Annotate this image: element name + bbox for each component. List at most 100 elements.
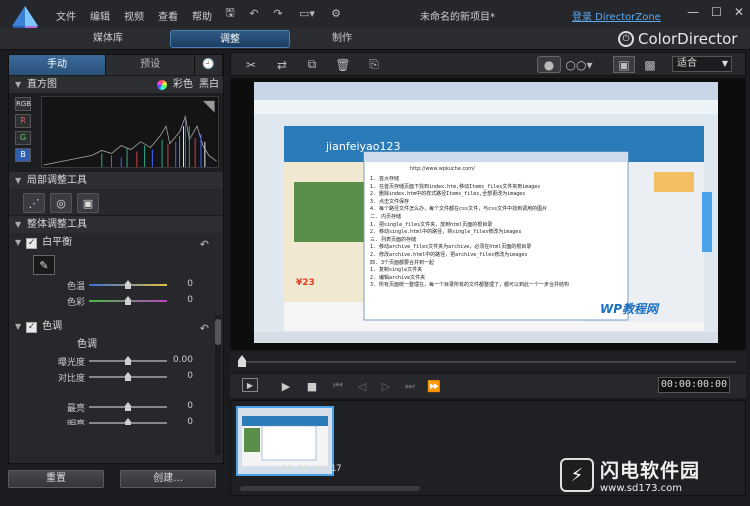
playhead[interactable] [238, 355, 246, 367]
channel-b[interactable]: B [15, 148, 31, 162]
slider-thumb[interactable] [125, 280, 131, 289]
scrollbar-thumb[interactable] [215, 319, 221, 345]
slider-thumb[interactable] [125, 402, 131, 411]
text-line: 2. 修改archive.html中的路径，把archive_files修改为i… [370, 251, 528, 258]
fast-forward-icon[interactable]: ⏩ [426, 378, 442, 394]
text-line: 4. 每个路径文件怎么办，每个文件都在css文件，与css文件中找到调用的图片 [370, 206, 548, 213]
redo-icon[interactable]: ↷ [270, 6, 286, 20]
slider-contrast[interactable]: 对比度 0 [9, 369, 223, 385]
delete-icon[interactable]: 🗑 [335, 56, 351, 73]
menu-video[interactable]: 视频 [124, 8, 144, 23]
tone-checkbox[interactable]: ✓ [26, 321, 38, 333]
slider-value: 0 [187, 295, 193, 305]
slider-label: 色温 [66, 282, 85, 292]
next-frame-icon[interactable]: ⏭ [402, 378, 418, 394]
forward-icon[interactable]: ▷ [378, 378, 394, 394]
sync-icon[interactable]: ⇄ [273, 56, 291, 73]
save-icon[interactable]: 🖫 [222, 6, 238, 20]
histogram-header[interactable]: ▼ 直方图 彩色 黑白 [9, 75, 223, 93]
create-button[interactable]: 创建... [120, 470, 216, 488]
tab-produce[interactable]: 制作 [282, 30, 402, 48]
history-icon[interactable]: 🕘 [195, 55, 224, 75]
single-view-icon[interactable]: ● [537, 56, 561, 73]
global-tools-header[interactable]: ▼ 整体调整工具 [9, 215, 223, 233]
eyedropper-icon[interactable]: ✎ [33, 255, 55, 275]
bw-option[interactable]: 黑白 [199, 76, 219, 94]
menu-view[interactable]: 查看 [158, 8, 178, 23]
login-link[interactable]: 登录 DirectorZone [572, 8, 661, 23]
white-balance-header[interactable]: ▼ ✓ 白平衡 ↶ [9, 233, 223, 253]
undo-icon[interactable]: ↶ [246, 6, 262, 20]
prev-frame-icon[interactable]: ⏮ [330, 378, 346, 394]
reset-icon[interactable]: ↶ [200, 319, 209, 339]
display-mode-icon[interactable]: ▭▾ [294, 6, 320, 20]
histogram-area: RGB R G B [9, 93, 223, 171]
slider-tint[interactable]: 色彩 0 [9, 293, 223, 309]
text-line: 二. 内页存储 [370, 213, 402, 220]
reset-icon[interactable]: ↶ [200, 235, 209, 255]
price-text: ¥23 [296, 278, 315, 288]
channel-r[interactable]: R [15, 114, 31, 128]
slider-brights[interactable]: 明亮 0 [9, 415, 223, 425]
menu-file[interactable]: 文件 [56, 8, 76, 23]
site-brand-text: jianfeiyao123 [326, 140, 401, 153]
maximize-icon[interactable]: ☐ [711, 5, 722, 19]
tab-library[interactable]: 媒体库 [48, 30, 168, 48]
slider-value: 0 [187, 401, 193, 411]
menu-edit[interactable]: 编辑 [90, 8, 110, 23]
slider-thumb[interactable] [125, 296, 131, 305]
slider-value: 0.00 [172, 355, 193, 365]
gear-icon[interactable]: ⚙ [328, 6, 344, 20]
slider-thumb[interactable] [125, 418, 131, 425]
compare-view-icon[interactable]: ○○▾ [565, 56, 593, 73]
menu-help[interactable]: 帮助 [192, 8, 212, 23]
monitor-icon[interactable]: ▶ [242, 378, 258, 392]
close-icon[interactable]: ✕ [734, 5, 744, 19]
fit-view-icon[interactable]: ▣ [613, 56, 635, 73]
panel-scrollbar[interactable] [215, 315, 221, 455]
local-tools-header[interactable]: ▼ 局部调整工具 [9, 171, 223, 189]
radial-filter-icon[interactable]: ◎ [50, 193, 72, 213]
slider-thumb[interactable] [125, 356, 131, 365]
panel-tabs: 手动 预设 🕘 [9, 55, 224, 75]
crop-icon[interactable]: ✂ [243, 56, 259, 73]
color-wheel-icon[interactable] [157, 80, 167, 90]
slider-exposure[interactable]: 曝光度 0.00 [9, 353, 223, 369]
tab-presets[interactable]: 预设 [106, 55, 196, 75]
wp-watermark: WP教程网 [600, 302, 659, 316]
text-line: 2. 移动single.html中的路径，将single_files修改为ima… [370, 229, 522, 236]
copy-icon[interactable]: ⧉ [303, 56, 321, 73]
menu-bar: 文件 编辑 视频 查看 帮助 [56, 8, 212, 23]
adjust-panel: 手动 预设 🕘 ▼ 直方图 彩色 黑白 RGB R G B ▼ 局部调整工具 ⋰… [8, 54, 224, 464]
text-line: 四. 3个页面都要合并到一起 [370, 259, 435, 266]
channel-g[interactable]: G [15, 131, 31, 145]
text-line: 1. 首页存储 [370, 176, 400, 182]
channel-buttons: RGB R G B [15, 97, 31, 162]
filmstrip-scrollbar[interactable] [240, 486, 420, 491]
full-view-icon[interactable]: ▩ [639, 56, 661, 73]
tone-header[interactable]: ▼ ✓ 色调 ↶ [9, 317, 223, 337]
brush-tool-icon[interactable]: ⋰ [23, 193, 45, 213]
color-option[interactable]: 彩色 [173, 76, 193, 94]
rewind-icon[interactable]: ◁ [354, 378, 370, 394]
slider-thumb[interactable] [125, 372, 131, 381]
minimize-icon[interactable]: — [687, 5, 699, 19]
export-icon[interactable]: ⎘ [365, 56, 383, 73]
white-balance-checkbox[interactable]: ✓ [26, 237, 38, 249]
stop-icon[interactable]: ■ [304, 378, 320, 394]
project-title: 未命名的新项目* [420, 12, 495, 23]
timeline-track[interactable] [240, 361, 736, 363]
tab-manual[interactable]: 手动 [9, 55, 107, 75]
channel-rgb[interactable]: RGB [15, 97, 31, 111]
slider-label: 最亮 [66, 404, 85, 414]
tab-adjust[interactable]: 调整 [170, 30, 290, 48]
reset-button[interactable]: 重置 [8, 470, 104, 488]
timeline-bar [230, 352, 746, 372]
zoom-select[interactable]: 适合 ▼ [672, 56, 732, 72]
play-icon[interactable]: ▶ [278, 378, 294, 394]
slider-highlights[interactable]: 最亮 0 [9, 399, 223, 415]
slider-temperature[interactable]: 色温 0 [9, 277, 223, 293]
gradient-filter-icon[interactable]: ▣ [77, 193, 99, 213]
histogram-options: 彩色 黑白 [157, 76, 219, 94]
